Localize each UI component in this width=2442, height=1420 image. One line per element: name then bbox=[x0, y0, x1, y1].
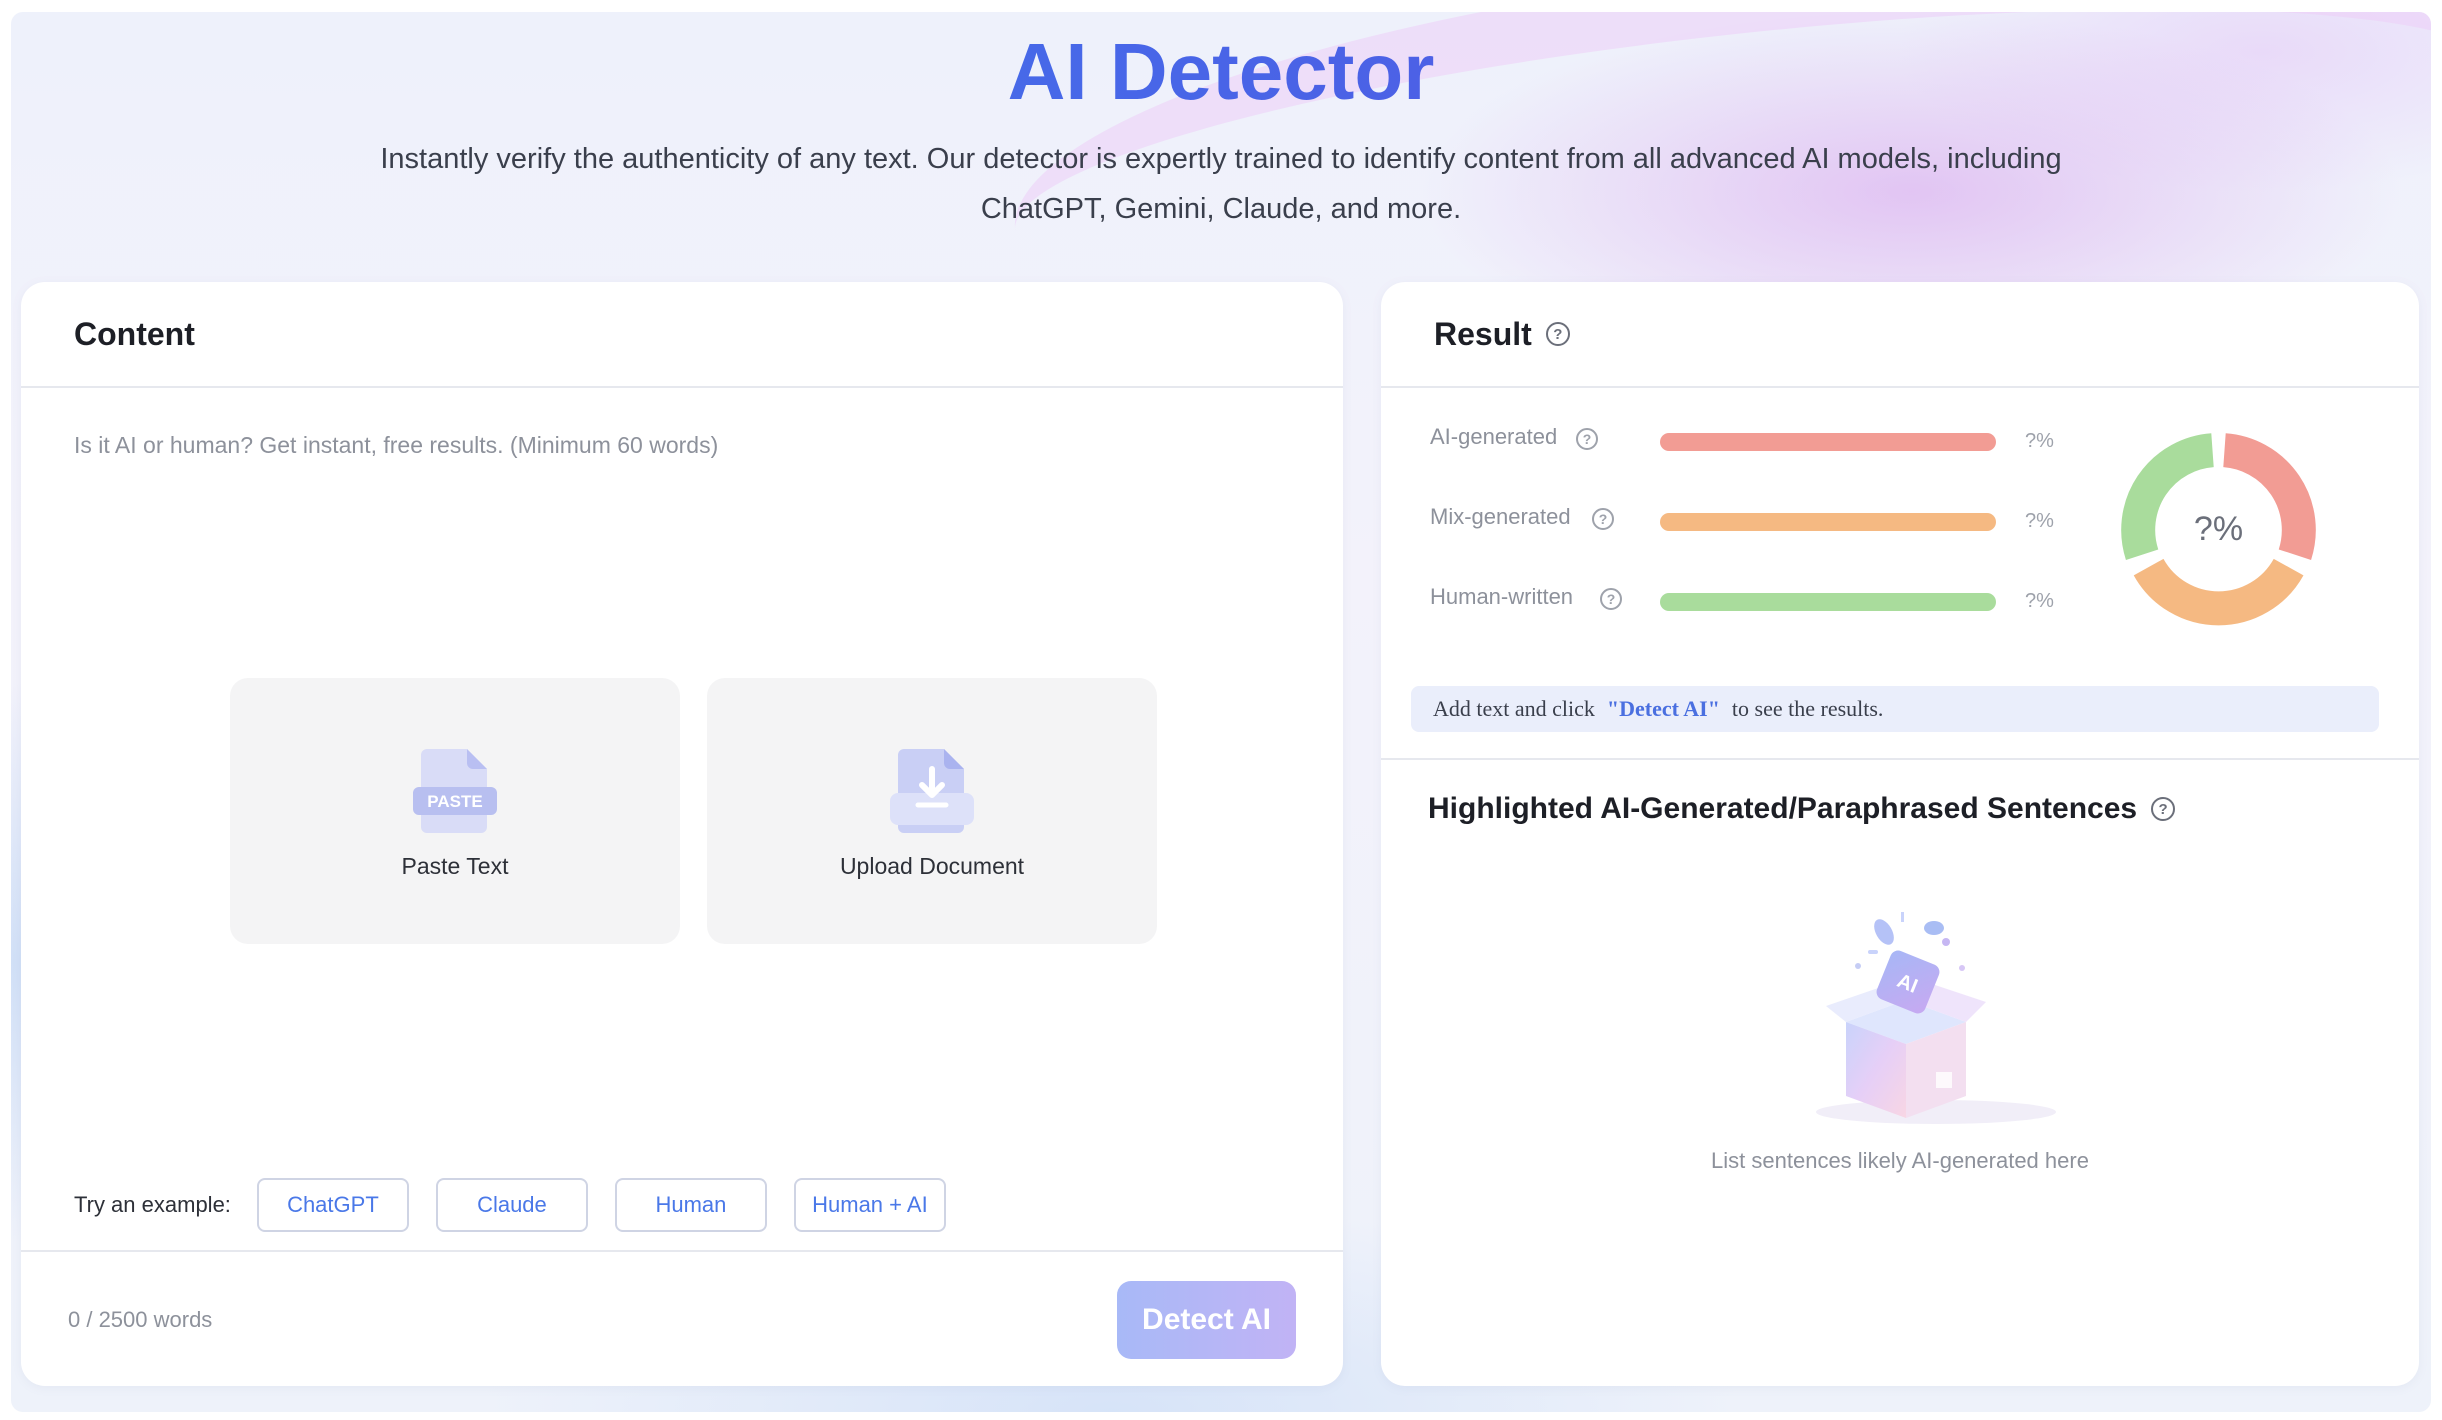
example-human-ai-button[interactable]: Human + AI bbox=[793, 1178, 946, 1232]
donut-center-label: ?% bbox=[2194, 510, 2243, 548]
upload-document-button[interactable]: Upload Document bbox=[707, 678, 1157, 944]
highlighted-sentences-heading: Highlighted AI-Generated/Paraphrased Sen… bbox=[1428, 792, 2176, 826]
metric-label-human: Human-written bbox=[1430, 584, 1574, 609]
help-icon[interactable]: ? bbox=[1592, 508, 1614, 530]
result-hint-banner: Add text and click "Detect AI" to see th… bbox=[1411, 686, 2379, 732]
examples-label: Try an example: bbox=[74, 1192, 231, 1217]
page-background: AI Detector Instantly verify the authent… bbox=[11, 12, 2431, 1412]
page-title: AI Detector bbox=[11, 22, 2431, 122]
result-panel: Result ? AI-generated ? ?% Mix-generated… bbox=[1381, 282, 2419, 1386]
open-box-illustration: AI bbox=[1816, 912, 2056, 1124]
donut-segment-mix bbox=[2133, 558, 2304, 626]
content-panel-header: Content bbox=[21, 282, 1343, 388]
help-icon[interactable]: ? bbox=[1600, 588, 1622, 610]
metric-label-mix: Mix-generated bbox=[1430, 504, 1571, 529]
banner-highlight: "Detect AI" bbox=[1606, 696, 1720, 721]
banner-suffix: to see the results. bbox=[1731, 696, 1884, 721]
metric-bar-ai bbox=[1660, 433, 1996, 451]
metric-label-ai: AI-generated bbox=[1430, 424, 1558, 449]
upload-document-label: Upload Document bbox=[839, 852, 1025, 879]
empty-state-text: List sentences likely AI-generated here bbox=[1711, 1148, 2089, 1173]
help-icon[interactable]: ? bbox=[2151, 797, 2176, 821]
metric-bar-mix bbox=[1660, 513, 1996, 531]
highlighted-sentences-title: Highlighted AI-Generated/Paraphrased Sen… bbox=[1428, 792, 2138, 825]
paste-text-button[interactable]: PASTE Paste Text bbox=[230, 678, 680, 944]
word-count: 0 / 2500 words bbox=[68, 1307, 213, 1332]
page-subtitle: Instantly verify the authenticity of any… bbox=[380, 143, 2062, 225]
metric-value-mix: ?% bbox=[2025, 510, 2054, 532]
metric-row-human: Human-written ? ?% bbox=[1430, 584, 2070, 620]
metric-row-ai: AI-generated ? ?% bbox=[1430, 424, 2070, 460]
content-panel-footer: 0 / 2500 words Detect AI bbox=[21, 1250, 1343, 1386]
help-icon[interactable]: ? bbox=[1545, 322, 1570, 346]
banner-prefix: Add text and click bbox=[1433, 696, 1595, 721]
result-donut-chart: ?% bbox=[2121, 433, 2316, 626]
example-chatgpt-button[interactable]: ChatGPT bbox=[256, 1178, 409, 1232]
svg-text:PASTE: PASTE bbox=[427, 792, 482, 811]
metric-bar-human bbox=[1660, 593, 1996, 611]
paste-document-icon: PASTE bbox=[413, 748, 497, 833]
help-icon[interactable]: ? bbox=[1576, 428, 1598, 450]
result-panel-header: Result ? bbox=[1381, 282, 2419, 388]
metric-row-mix: Mix-generated ? ?% bbox=[1430, 504, 2070, 540]
example-selector: Try an example: ChatGPT Claude Human Hum… bbox=[74, 1178, 973, 1232]
upload-document-icon bbox=[890, 748, 974, 833]
content-panel: Content Is it AI or human? Get instant, … bbox=[21, 282, 1343, 1386]
paste-text-label: Paste Text bbox=[401, 852, 509, 879]
example-claude-button[interactable]: Claude bbox=[435, 1178, 588, 1232]
example-human-button[interactable]: Human bbox=[614, 1178, 767, 1232]
detect-ai-button[interactable]: Detect AI bbox=[1117, 1281, 1296, 1359]
result-panel-title: Result bbox=[1434, 315, 1532, 352]
result-divider bbox=[1381, 758, 2419, 760]
metric-value-human: ?% bbox=[2025, 590, 2054, 612]
text-input-placeholder[interactable]: Is it AI or human? Get instant, free res… bbox=[74, 432, 718, 459]
content-panel-title: Content bbox=[74, 315, 195, 352]
metric-value-ai: ?% bbox=[2025, 430, 2054, 452]
